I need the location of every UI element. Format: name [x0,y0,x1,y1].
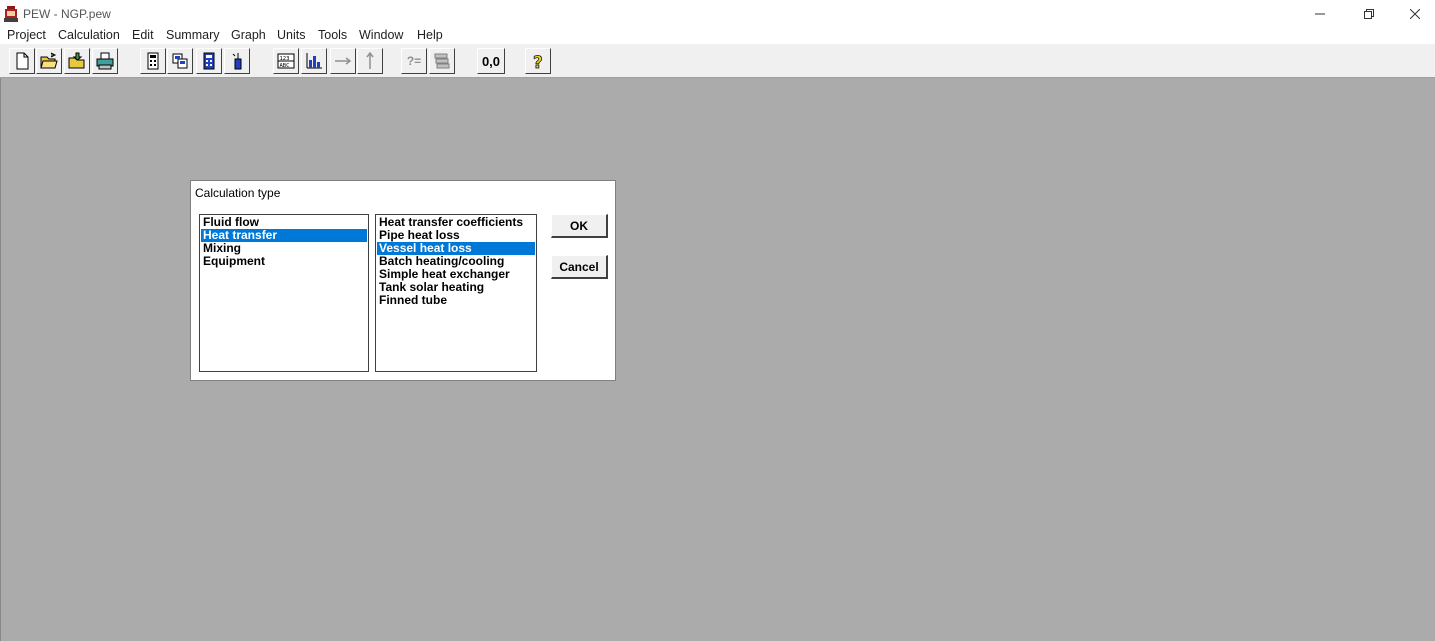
open-button[interactable] [36,48,62,74]
calculator-blue-icon [203,52,215,70]
list-item[interactable]: Equipment [201,255,367,268]
menu-units[interactable]: Units [277,28,305,42]
minimize-icon [1315,13,1325,14]
copy-icon [172,53,188,69]
open-project-icon [68,52,85,69]
calculation-listbox[interactable]: Heat transfer coefficients Pipe heat los… [375,214,537,372]
svg-text:123: 123 [280,56,290,62]
copy-button[interactable] [167,48,193,74]
query-icon: ?= [406,54,422,68]
dialog-title: Calculation type [195,186,281,200]
calculator-blue-button[interactable] [196,48,222,74]
arrow-up-button[interactable] [357,48,383,74]
coordinate-button[interactable]: 0,0 [477,48,505,74]
title-bar: PEW - NGP.pew [0,0,1435,27]
arrow-up-icon [366,51,374,69]
toolbar: 123 ABC ?= 0,0 ? [0,44,1435,78]
list-item[interactable]: Finned tube [377,294,535,307]
calculation-type-dialog: Calculation type Fluid flow Heat transfe… [190,180,616,381]
abc-table-icon: 123ABC [277,53,295,69]
restore-icon [1364,8,1374,19]
menu-edit[interactable]: Edit [132,28,154,42]
close-button[interactable] [1392,0,1435,27]
menu-calculation[interactable]: Calculation [58,28,120,42]
open-project-button[interactable] [64,48,90,74]
stack-icon [434,53,450,69]
fluid-icon [232,53,242,70]
ok-button[interactable]: OK [551,214,608,238]
svg-text:?: ? [533,53,543,71]
print-button[interactable] [92,48,118,74]
help-icon: ? [533,53,544,71]
menu-window[interactable]: Window [359,28,403,42]
menu-bar: Project Calculation Edit Summary Graph U… [0,27,1435,44]
app-icon [4,6,18,22]
stack-button[interactable] [429,48,455,74]
open-folder-icon [40,52,58,69]
abc-table-button[interactable]: 123 ABC [273,48,299,74]
menu-help[interactable]: Help [417,28,443,42]
arrow-right-button[interactable] [330,48,356,74]
calculator-button[interactable] [140,48,166,74]
calculator-icon [147,52,159,70]
category-listbox[interactable]: Fluid flow Heat transfer Mixing Equipmen… [199,214,369,372]
query-button[interactable]: ?= [401,48,427,74]
menu-tools[interactable]: Tools [318,28,347,42]
new-button[interactable] [9,48,35,74]
arrow-right-icon [335,57,352,65]
menu-summary[interactable]: Summary [166,28,219,42]
minimize-button[interactable] [1297,0,1343,27]
menu-graph[interactable]: Graph [231,28,266,42]
help-button[interactable]: ? [525,48,551,74]
cancel-button[interactable]: Cancel [551,255,608,279]
close-icon [1410,8,1420,19]
svg-text:ABC: ABC [280,63,290,69]
coordinate-icon: 0,0 [481,53,501,69]
menu-project[interactable]: Project [7,28,46,42]
fluid-button[interactable] [224,48,250,74]
restore-button[interactable] [1346,0,1392,27]
print-icon [96,52,114,70]
bar-chart-icon [306,53,322,69]
window-title: PEW - NGP.pew [23,7,111,21]
bar-chart-button[interactable] [301,48,327,74]
new-file-icon [16,52,29,70]
